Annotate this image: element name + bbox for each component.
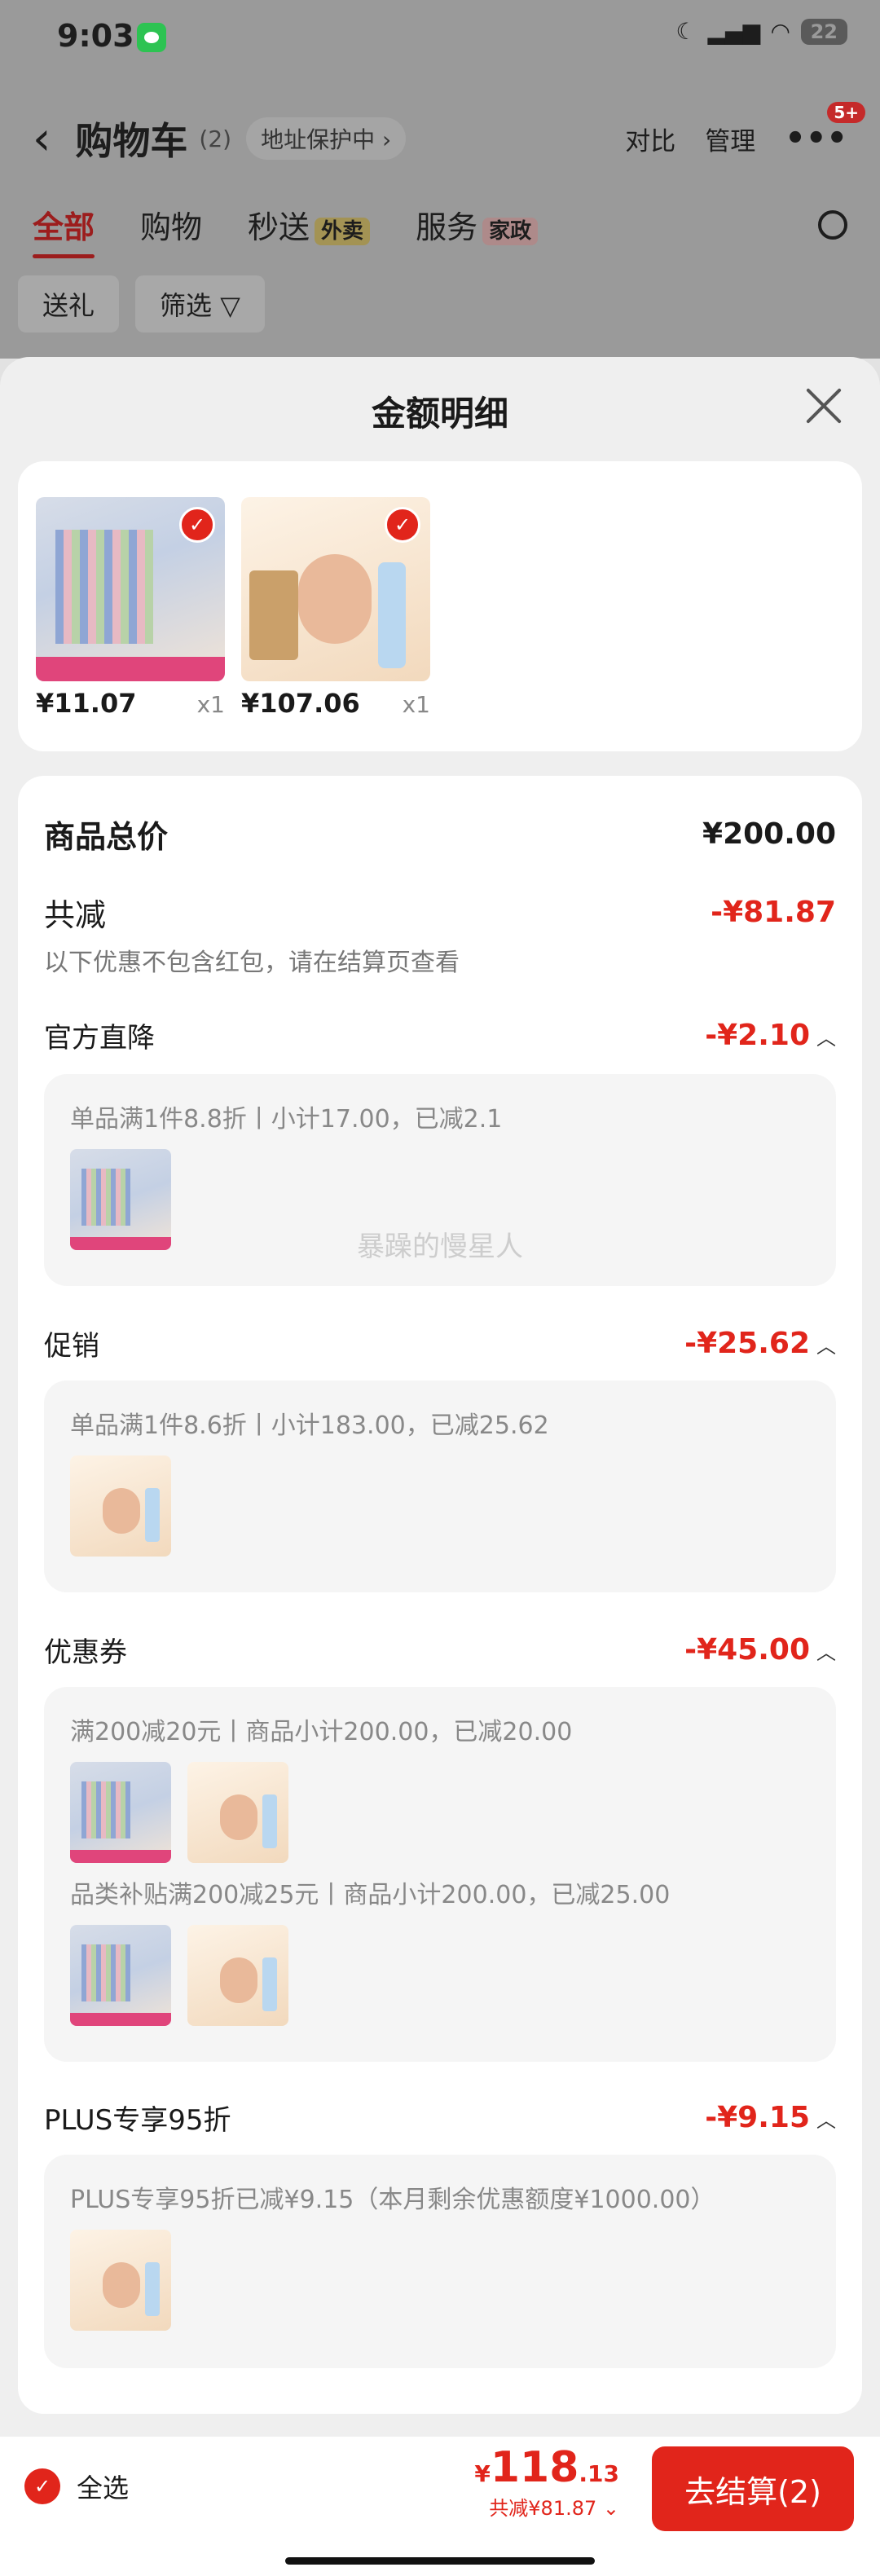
product-price: ¥107.06	[241, 688, 360, 719]
filter-chips: 送礼 筛选 ▽	[18, 275, 265, 332]
section-plus-discount[interactable]: PLUS专享95折 -¥9.15 ︿	[44, 2098, 836, 2138]
total-decimal: .13	[579, 2460, 619, 2487]
checked-icon: ✓	[179, 507, 215, 543]
section-amount: -¥9.15	[705, 2101, 810, 2134]
product-thumbnail	[70, 1925, 171, 2026]
address-protection-button[interactable]: 地址保护中 ›	[246, 117, 407, 160]
total-integer: 118	[490, 2443, 579, 2492]
tab-all[interactable]: 全部	[33, 202, 95, 258]
takeout-tag: 外卖	[315, 218, 371, 245]
back-icon[interactable]: ‹	[33, 112, 51, 165]
product-qty: x1	[196, 691, 225, 718]
section-coupon[interactable]: 优惠券 -¥45.00 ︿	[44, 1630, 836, 1670]
section-promotion[interactable]: 促销 -¥25.62 ︿	[44, 1323, 836, 1363]
total-price-value: ¥200.00	[702, 817, 836, 851]
detail-text: 单品满1件8.8折丨小计17.00，已减2.1	[70, 1105, 503, 1134]
total-reduce-value: -¥81.87	[711, 896, 836, 929]
watermark: 暴躁的慢星人	[357, 1231, 523, 1263]
section-detail-box: PLUS专享95折已减¥9.15（本月剩余优惠额度¥1000.00）	[44, 2155, 836, 2368]
discount-note: 以下优惠不包含红包，请在结算页查看	[44, 949, 460, 977]
section-official-drop[interactable]: 官方直降 -¥2.10 ︿	[44, 1015, 836, 1055]
product-thumbnail	[70, 1455, 171, 1557]
cart-page-background: 9:03 ☾ ▂▄▆ ◠ 22 ‹ 购物车 (2) 地址保护中 › 对比 管理 …	[0, 0, 880, 359]
compare-button[interactable]: 对比	[625, 121, 675, 157]
checked-icon: ✓	[24, 2468, 60, 2504]
chevron-up-icon: ︿	[816, 1027, 836, 1050]
wifi-icon: ◠	[772, 18, 790, 45]
tab-label: 秒送	[248, 209, 310, 245]
checked-icon: ✓	[385, 507, 420, 543]
sheet-title: 金额明细	[371, 394, 508, 434]
gift-chip[interactable]: 送礼	[18, 275, 120, 332]
selected-products-card: ✓ ¥11.07 x1 ✓ ¥107.06 x1	[18, 461, 862, 751]
detail-text: 满200减20元丨商品小计200.00，已减20.00	[70, 1718, 573, 1746]
section-detail-box: 单品满1件8.6折丨小计183.00，已减25.62	[44, 1380, 836, 1592]
checkout-bar: ✓ 全选 ¥118.13 共减¥81.87 ⌄ 去结算(2)	[0, 2437, 880, 2576]
product-thumbnail	[187, 1762, 288, 1863]
product-item[interactable]: ✓ ¥11.07 x1	[36, 497, 225, 719]
select-all-toggle[interactable]: ✓ 全选	[24, 2468, 129, 2505]
tab-service[interactable]: 服务 家政	[416, 202, 539, 247]
product-image: ✓	[241, 497, 430, 681]
section-title: 促销	[44, 1330, 99, 1363]
search-icon[interactable]	[818, 209, 847, 240]
reduce-toggle[interactable]: 共减¥81.87 ⌄	[474, 2492, 619, 2521]
chevron-up-icon: ︿	[816, 2109, 836, 2132]
moon-icon: ☾	[675, 18, 697, 45]
currency-symbol: ¥	[474, 2460, 491, 2487]
total-amount: ¥118.13 共减¥81.87 ⌄	[474, 2443, 619, 2521]
more-badge: 5+	[827, 102, 865, 123]
status-time: 9:03	[57, 18, 134, 54]
signal-icon: ▂▄▆	[707, 18, 761, 45]
cart-navbar: ‹ 购物车 (2) 地址保护中 › 对比 管理 ••• 5+	[33, 98, 865, 179]
manage-button[interactable]: 管理	[705, 121, 755, 157]
section-title: 优惠券	[44, 1636, 127, 1669]
product-thumbnail	[70, 2230, 171, 2331]
product-thumbnail	[70, 1762, 171, 1863]
product-image: ✓	[36, 497, 225, 681]
tab-instant-delivery[interactable]: 秒送 外卖	[248, 202, 371, 247]
section-detail-box: 满200减20元丨商品小计200.00，已减20.00 品类补贴满200减25元…	[44, 1687, 836, 2062]
chevron-up-icon: ︿	[816, 1335, 836, 1358]
product-qty: x1	[402, 691, 430, 718]
more-icon[interactable]: ••• 5+	[785, 102, 865, 157]
total-price-label: 商品总价	[44, 819, 169, 855]
page-title: 购物车	[75, 119, 188, 163]
product-price: ¥11.07	[36, 688, 137, 719]
detail-text: 单品满1件8.6折丨小计183.00，已减25.62	[70, 1411, 549, 1440]
section-amount: -¥2.10	[705, 1019, 810, 1052]
section-amount: -¥25.62	[684, 1327, 810, 1360]
cart-count: (2)	[199, 125, 232, 152]
checkout-button[interactable]: 去结算(2)	[652, 2446, 854, 2531]
product-thumbnail	[187, 1925, 288, 2026]
tab-shopping[interactable]: 购物	[140, 202, 202, 247]
battery-level: 22	[800, 18, 847, 45]
section-amount: -¥45.00	[684, 1633, 810, 1667]
housekeeping-tag: 家政	[482, 218, 539, 245]
filter-chip[interactable]: 筛选 ▽	[135, 275, 265, 332]
detail-text: 品类补贴满200减25元丨商品小计200.00，已减25.00	[70, 1881, 671, 1909]
home-indicator	[285, 2557, 595, 2565]
cart-tabs: 全部 购物 秒送 外卖 服务 家政	[33, 202, 847, 258]
section-title: 官方直降	[44, 1022, 155, 1055]
total-reduce-label: 共减	[44, 897, 107, 933]
detail-text: PLUS专享95折已减¥9.15（本月剩余优惠额度¥1000.00）	[70, 2186, 715, 2214]
tab-label: 服务	[416, 209, 478, 245]
select-all-label: 全选	[77, 2473, 130, 2503]
system-icons: ☾ ▂▄▆ ◠ 22	[675, 18, 847, 45]
close-icon[interactable]	[803, 386, 844, 427]
section-title: PLUS专享95折	[44, 2104, 231, 2137]
chevron-up-icon: ︿	[816, 1641, 836, 1664]
discount-detail-card: 商品总价 ¥200.00 共减 -¥81.87 以下优惠不包含红包，请在结算页查…	[18, 776, 862, 2414]
wechat-icon	[137, 23, 166, 52]
product-item[interactable]: ✓ ¥107.06 x1	[241, 497, 430, 719]
